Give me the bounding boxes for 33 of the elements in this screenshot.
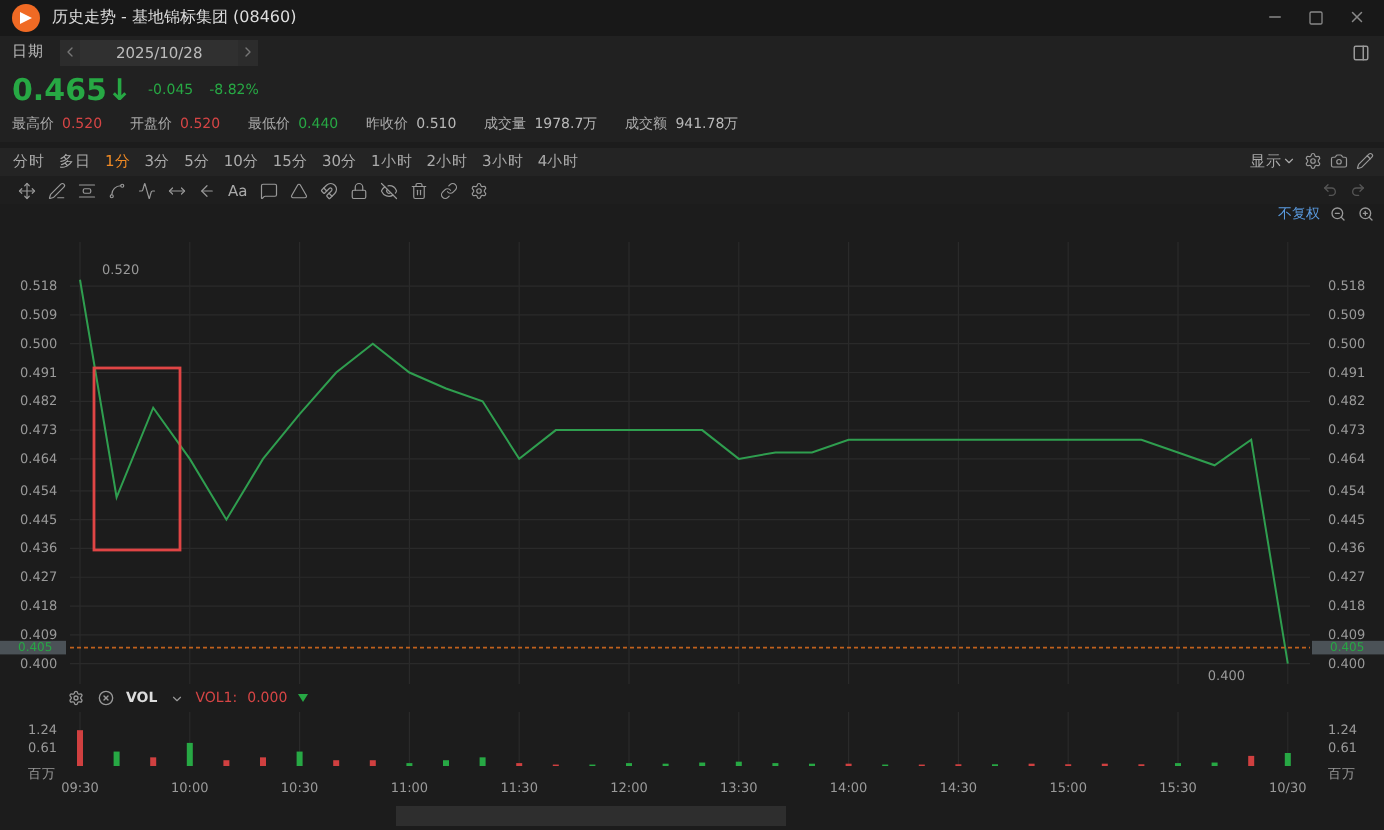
pencil-icon[interactable]: [1354, 152, 1376, 171]
settings-icon[interactable]: [1302, 152, 1324, 171]
zoom-in-icon[interactable]: [1356, 205, 1376, 222]
close-icon[interactable]: [96, 690, 116, 707]
lock-icon[interactable]: [347, 181, 370, 200]
zoom-out-icon[interactable]: [1328, 205, 1348, 222]
channel-icon[interactable]: [76, 181, 98, 200]
last-price: 0.465↓: [12, 71, 133, 108]
selection-rectangle[interactable]: [92, 366, 182, 552]
settings-icon[interactable]: [66, 690, 86, 707]
move-icon[interactable]: [16, 181, 38, 200]
triangle-icon[interactable]: [287, 181, 310, 200]
measure-icon[interactable]: [166, 181, 188, 200]
pen-line-icon[interactable]: [46, 181, 68, 200]
zigzag-icon[interactable]: [136, 181, 158, 200]
caret-icon: [1282, 154, 1296, 169]
settings-icon[interactable]: [467, 181, 490, 200]
window-title: 历史走势 - 基地锦标集团 (08460): [52, 6, 299, 29]
caret-icon[interactable]: [167, 691, 186, 706]
curve-icon[interactable]: [106, 181, 128, 200]
link-icon[interactable]: [437, 181, 460, 200]
magnet-icon[interactable]: [317, 181, 340, 200]
maximize-icon[interactable]: [1308, 9, 1324, 26]
comment-icon[interactable]: [257, 181, 280, 200]
eye-off-icon[interactable]: [377, 181, 400, 200]
close-icon[interactable]: [1348, 8, 1366, 27]
app-logo: [12, 3, 40, 32]
camera-icon[interactable]: [1328, 152, 1350, 171]
triangle-icon: [297, 694, 308, 703]
side-panel-icon[interactable]: [1350, 43, 1372, 62]
trash-icon[interactable]: [407, 181, 430, 200]
chevron-left-icon: [62, 44, 78, 61]
arrow-icon[interactable]: [196, 181, 218, 200]
